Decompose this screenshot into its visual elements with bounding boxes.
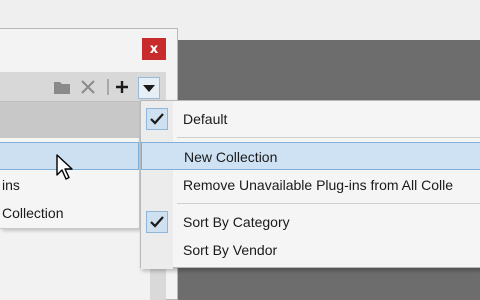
checkmark-icon <box>146 108 168 130</box>
menu-item-sort-by-vendor[interactable]: Sort By Vendor <box>141 236 480 264</box>
menu-separator <box>177 137 480 138</box>
menu-separator <box>177 203 480 204</box>
menu-item-remove-unavailable[interactable]: Remove Unavailable Plug-ins from All Col… <box>141 171 480 199</box>
add-icon[interactable] <box>114 79 130 95</box>
menu-item-label: Remove Unavailable Plug-ins from All Col… <box>183 177 454 193</box>
mouse-pointer-icon <box>56 154 76 182</box>
menu-item-label: Sort By Category <box>183 214 290 230</box>
collection-dropdown-button[interactable] <box>138 77 160 99</box>
context-submenu: ins Collection <box>0 137 140 229</box>
menu-item-default[interactable]: Default <box>141 105 480 133</box>
submenu-item-collection[interactable]: Collection <box>0 199 139 227</box>
menu-item-label: New Collection <box>184 149 278 165</box>
close-button[interactable]: x <box>142 38 166 60</box>
collection-dropdown-menu: Default New Collection Remove Unavailabl… <box>140 100 480 269</box>
dropdown-arrow-icon <box>143 80 155 96</box>
checkmark-icon <box>146 211 168 233</box>
menu-item-label: Sort By Vendor <box>183 242 278 258</box>
menu-item-sort-by-category[interactable]: Sort By Category <box>141 208 480 236</box>
toolbar-separator <box>107 79 109 95</box>
folder-icon[interactable] <box>54 79 70 95</box>
menu-item-new-collection[interactable]: New Collection <box>141 142 480 170</box>
delete-icon[interactable] <box>80 79 96 95</box>
menu-item-label: Default <box>183 111 228 127</box>
collection-toolbar <box>0 72 166 102</box>
